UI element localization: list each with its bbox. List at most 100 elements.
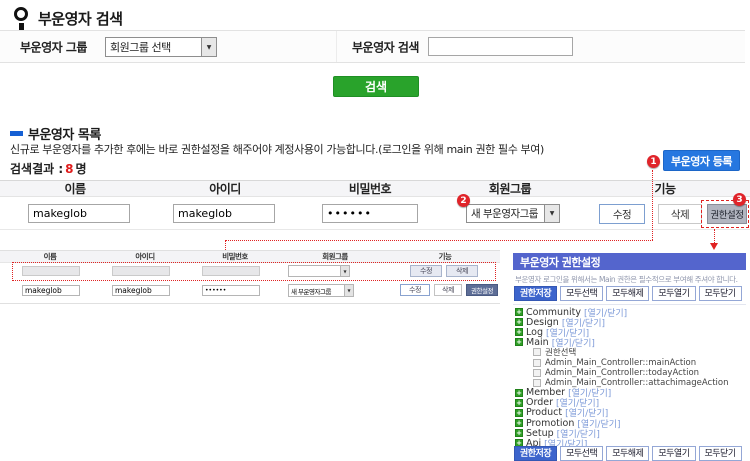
close-all-button[interactable]: 모두닫기 <box>699 286 742 301</box>
inset-empty-group-select[interactable]: ▼ <box>288 265 350 277</box>
tree-permission-item: Admin_Main_Controller::mainAction <box>515 357 746 367</box>
cell-divider <box>336 31 337 62</box>
inset-group-select-value: 새 부운영자그룹 <box>289 285 344 296</box>
step-2-badge: 2 <box>457 194 470 207</box>
expand-icon[interactable]: + <box>515 338 523 346</box>
panel-guide-text: 부운영자 로그인을 위해서는 Main 권한은 필수적으로 부여해 주셔야 합니… <box>515 274 746 285</box>
inset-col-group: 회원그룹 <box>280 251 390 262</box>
permission-checkbox[interactable] <box>533 379 541 387</box>
inset-bottom-border <box>0 303 500 304</box>
select-all-button[interactable]: 모두선택 <box>560 286 603 301</box>
result-count-line: 검색결과 :8명 <box>10 160 87 177</box>
tree-permission-item: Admin_Main_Controller::todayAction <box>515 368 746 378</box>
open-all-button[interactable]: 모두열기 <box>652 446 695 461</box>
inset-empty-id-input[interactable] <box>112 266 170 276</box>
inset-col-name: 이름 <box>0 251 100 262</box>
inset-empty-name-input[interactable] <box>22 266 80 276</box>
perm-buttons-top: 권한저장모두선택모두해제모두열기 모두닫기 <box>514 286 742 301</box>
result-label: 검색결과 : <box>10 162 63 176</box>
expand-icon[interactable]: + <box>515 419 523 427</box>
inset-col-id: 아이디 <box>100 251 190 262</box>
panel-title: 부운영자 권한설정 <box>513 253 746 270</box>
inset-edit-button[interactable]: 수정 <box>410 265 442 277</box>
name-input[interactable] <box>28 204 130 223</box>
search-button[interactable]: 검색 <box>333 76 419 97</box>
permission-checkbox[interactable] <box>533 369 541 377</box>
chevron-down-icon: ▼ <box>344 285 353 296</box>
operator-search-label: 부운영자 검색 <box>352 38 419 55</box>
permission-checkbox[interactable] <box>533 348 541 356</box>
permission-tree: +Community[열기/닫기]+Design[열기/닫기]+Log[열기/닫… <box>515 307 746 448</box>
password-input[interactable] <box>322 204 418 223</box>
open-all-button[interactable]: 모두열기 <box>652 286 695 301</box>
permission-checkbox[interactable] <box>533 359 541 367</box>
save-permissions-button[interactable]: 권한저장 <box>514 446 557 461</box>
expand-icon[interactable]: + <box>515 409 523 417</box>
id-input[interactable] <box>173 204 275 223</box>
permission-label: Admin_Main_Controller::todayAction <box>545 368 699 378</box>
inset-password-input[interactable] <box>202 285 260 296</box>
col-name: 이름 <box>0 181 150 196</box>
guide-arrow-icon <box>710 243 718 250</box>
perm-buttons-bottom: 권한저장모두선택모두해제모두열기 모두닫기 <box>514 446 742 461</box>
operator-table-row: 새 부운영자그룹 ▼ 수정 삭제 권한설정 <box>0 197 750 230</box>
tree-node-promotion: +Promotion[열기/닫기] <box>515 418 746 428</box>
select-all-button[interactable]: 모두선택 <box>560 446 603 461</box>
section-dash-icon <box>10 131 23 136</box>
inset-row-delete-button[interactable]: 삭제 <box>434 284 462 296</box>
operator-search-input[interactable] <box>428 37 573 56</box>
inset-row-edit-button[interactable]: 수정 <box>400 284 430 296</box>
expand-icon[interactable]: + <box>515 318 523 326</box>
chevron-down-icon: ▼ <box>201 38 216 56</box>
magnifier-icon <box>14 7 28 21</box>
chevron-down-icon: ▼ <box>544 205 559 222</box>
member-group-select-value: 회원그룹 선택 <box>106 38 201 56</box>
inset-col-actions: 기능 <box>390 251 500 262</box>
expand-icon[interactable]: + <box>515 308 523 316</box>
guide-line-step1-across <box>225 240 653 241</box>
result-count: 8 <box>63 162 75 176</box>
guide-line-step3-down <box>714 229 715 243</box>
inset-empty-password-input[interactable] <box>202 266 260 276</box>
expand-icon[interactable]: + <box>515 389 523 397</box>
delete-button[interactable]: 삭제 <box>658 204 702 224</box>
operator-table-header: 이름 아이디 비밀번호 회원그룹 기능 <box>0 180 750 197</box>
expand-icon[interactable]: + <box>515 399 523 407</box>
permission-settings-panel: 부운영자 권한설정 부운영자 로그인을 위해서는 Main 권한은 필수적으로 … <box>513 253 746 461</box>
tree-node-product: +Product[열기/닫기] <box>515 408 746 418</box>
list-section-notice: 신규로 부운영자를 추가한 후에는 바로 권한설정을 해주어야 계정사용이 가능… <box>10 141 544 157</box>
inset-id-input[interactable] <box>112 285 170 296</box>
operator-group-label: 부운영자 그룹 <box>20 38 87 55</box>
close-all-button[interactable]: 모두닫기 <box>699 446 742 461</box>
panel-divider <box>513 304 746 305</box>
tree-node-community: +Community[열기/닫기] <box>515 307 746 317</box>
deselect-all-button[interactable]: 모두해제 <box>606 286 649 301</box>
chevron-down-icon: ▼ <box>340 266 349 276</box>
save-permissions-button[interactable]: 권한저장 <box>514 286 557 301</box>
result-unit: 명 <box>76 162 87 176</box>
expand-icon[interactable]: + <box>515 429 523 437</box>
inset-delete-button[interactable]: 삭제 <box>446 265 478 277</box>
col-actions: 기능 <box>580 181 750 196</box>
step-3-badge: 3 <box>733 193 746 206</box>
tree-node-order: +Order[열기/닫기] <box>515 398 746 408</box>
row-group-select-value: 새 부운영자그룹 <box>467 205 544 222</box>
inset-row-permission-button[interactable]: 권한설정 <box>466 284 498 296</box>
inset-col-password: 비밀번호 <box>190 251 280 262</box>
row-group-select[interactable]: 새 부운영자그룹 ▼ <box>466 204 560 223</box>
col-id: 아이디 <box>150 181 300 196</box>
edit-button[interactable]: 수정 <box>599 204 645 224</box>
member-group-select[interactable]: 회원그룹 선택 ▼ <box>105 37 217 57</box>
tree-permission-item: 권한선택 <box>515 347 746 357</box>
page-title: 부운영자 검색 <box>38 8 123 29</box>
tree-node-log: +Log[열기/닫기] <box>515 327 746 337</box>
inset-group-select[interactable]: 새 부운영자그룹 ▼ <box>288 284 354 297</box>
step-1-badge: 1 <box>647 155 660 168</box>
tree-permission-item: Admin_Main_Controller::attachimageAction <box>515 378 746 388</box>
inset-name-input[interactable] <box>22 285 80 296</box>
search-filter-bar: 부운영자 그룹 회원그룹 선택 ▼ 부운영자 검색 <box>0 30 745 63</box>
tree-node-member: +Member[열기/닫기] <box>515 388 746 398</box>
register-operator-button[interactable]: 부운영자 등록 <box>663 150 740 171</box>
expand-icon[interactable]: + <box>515 328 523 336</box>
deselect-all-button[interactable]: 모두해제 <box>606 446 649 461</box>
